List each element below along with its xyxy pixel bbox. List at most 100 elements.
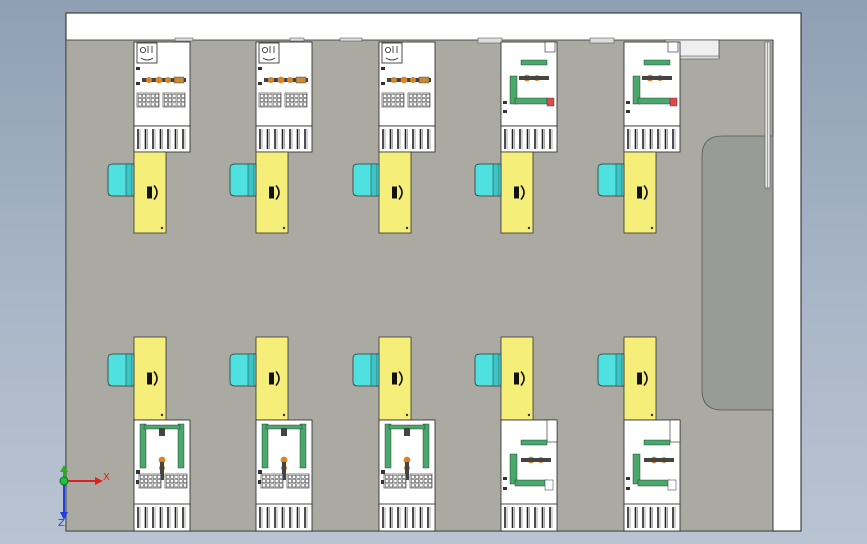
grid-cell xyxy=(168,102,172,107)
drawer-frame xyxy=(623,125,681,153)
tray-a xyxy=(258,470,262,474)
grid-cell xyxy=(415,474,419,479)
grid-cell xyxy=(264,93,268,98)
grid-cell xyxy=(270,479,275,483)
grid-cell xyxy=(415,483,419,488)
gantry-leg-left xyxy=(261,423,269,469)
desk-marker xyxy=(160,413,164,417)
grid-cell xyxy=(266,483,270,488)
grid-cell xyxy=(423,483,428,488)
grid-cell xyxy=(274,479,279,483)
grid-cell xyxy=(294,102,299,107)
grid-cell xyxy=(421,102,426,107)
grid-cell xyxy=(419,479,424,483)
chair-back xyxy=(125,163,133,197)
grid-cell xyxy=(285,102,290,107)
grid-cell xyxy=(150,102,155,107)
tray-a xyxy=(503,477,507,480)
grid-cell xyxy=(139,479,144,483)
grid-cell xyxy=(137,98,142,102)
monitor-icon xyxy=(514,186,519,199)
grid-cell xyxy=(150,93,155,98)
chair-back xyxy=(247,353,255,387)
grid-cell xyxy=(266,479,270,483)
tray-a xyxy=(381,470,385,474)
grid-cell xyxy=(423,474,428,479)
grid-cell xyxy=(410,474,415,479)
chair-back xyxy=(125,353,133,387)
robot-cabinet xyxy=(623,41,681,127)
chair xyxy=(597,353,625,387)
grid-cell xyxy=(292,479,296,483)
monitor-icon xyxy=(637,372,642,385)
grid-cell xyxy=(305,474,309,479)
grid-cell xyxy=(417,93,422,98)
grid-cell xyxy=(413,102,417,107)
gantry-leg-left xyxy=(139,423,147,469)
grid-cell xyxy=(279,483,283,488)
grid-cell xyxy=(397,474,402,479)
grid-cell xyxy=(417,102,422,107)
arm-rail xyxy=(519,76,549,80)
gripper xyxy=(295,76,307,84)
grid-cell xyxy=(168,98,172,102)
grid-cell xyxy=(274,474,279,479)
chair xyxy=(352,353,380,387)
grid-cell xyxy=(146,102,151,107)
grid-cell xyxy=(168,93,172,98)
tray-a xyxy=(503,101,507,104)
control-panel xyxy=(381,42,403,64)
gripper xyxy=(173,76,185,84)
grid-cell xyxy=(292,474,296,479)
chair-back xyxy=(492,163,500,197)
grid-cell xyxy=(142,93,146,98)
grid-cell xyxy=(287,483,292,488)
grid-cell xyxy=(402,483,406,488)
arm-upper xyxy=(520,439,548,446)
tray-a xyxy=(626,101,630,104)
monitor-icon xyxy=(269,372,274,385)
tray-a xyxy=(626,477,630,480)
drawer-block xyxy=(378,503,436,532)
grid-cell xyxy=(393,479,398,483)
grid-cell xyxy=(261,483,266,488)
chair xyxy=(597,163,625,197)
drawer-frame xyxy=(255,503,313,532)
grid-cell xyxy=(144,474,148,479)
gantry-carriage xyxy=(404,428,410,436)
drawer-block xyxy=(378,125,436,153)
monitor-icon xyxy=(147,372,152,385)
grid-cell xyxy=(174,474,179,479)
grid-cell xyxy=(163,102,168,107)
arm-mount xyxy=(667,41,679,53)
control-panel xyxy=(258,42,280,64)
grid-cell xyxy=(395,102,400,107)
drawer-block xyxy=(500,125,558,153)
drawer-frame xyxy=(378,503,436,532)
grid-cell xyxy=(157,474,161,479)
chair-back xyxy=(492,353,500,387)
tray-a xyxy=(136,470,140,474)
end-effector xyxy=(544,479,554,491)
arm-upper xyxy=(643,59,671,66)
drawer-frame xyxy=(255,125,313,153)
grid-cell xyxy=(426,98,430,102)
grid-cell xyxy=(294,93,299,98)
gantry-leg-right xyxy=(422,423,430,469)
monitor-icon xyxy=(147,186,152,199)
chair xyxy=(474,163,502,197)
grid-cell xyxy=(181,98,185,102)
desk-marker xyxy=(160,226,164,230)
arm-mount xyxy=(544,41,556,53)
grid-cell xyxy=(397,483,402,488)
grid-cell xyxy=(426,102,430,107)
grid-cell xyxy=(272,98,277,102)
grid-cell xyxy=(268,102,273,107)
grid-cell xyxy=(428,479,432,483)
arm-mount xyxy=(546,419,558,443)
chair-back xyxy=(370,163,378,197)
arm-rail xyxy=(644,458,674,462)
grid-cell xyxy=(391,98,396,102)
grid-cell xyxy=(428,474,432,479)
cad-viewport[interactable]: X Z xyxy=(0,0,867,544)
